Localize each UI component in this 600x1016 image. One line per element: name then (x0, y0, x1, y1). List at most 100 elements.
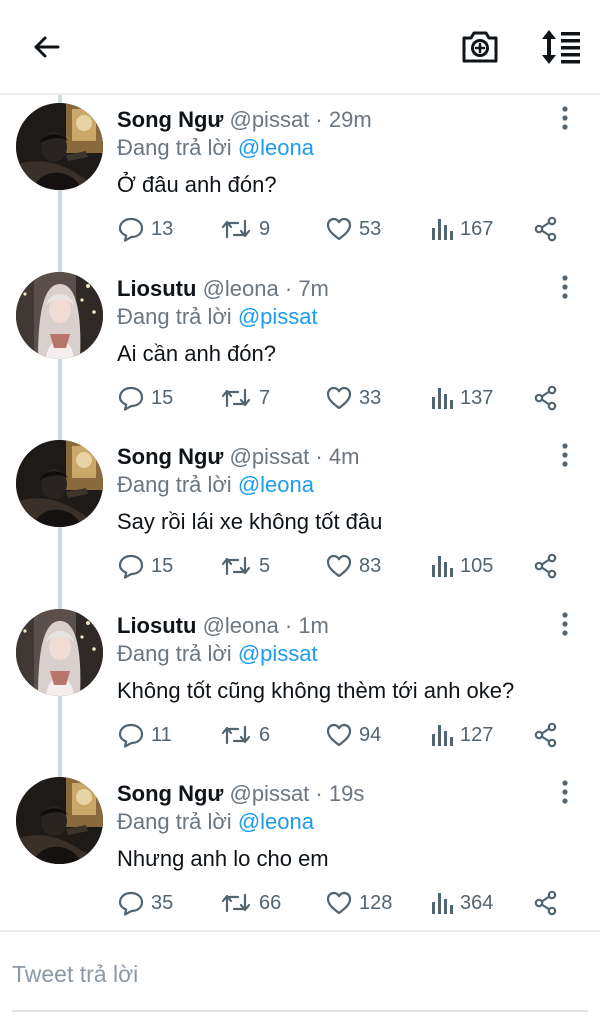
like-button[interactable]: 94 (325, 720, 381, 750)
timestamp[interactable]: 19s (329, 781, 364, 806)
replying-to: Đang trả lời @leona (117, 134, 314, 162)
reply-button[interactable]: 35 (117, 888, 173, 918)
tweet[interactable]: Liosutu @leona · 7m Đang trả lời @pissat… (0, 265, 600, 433)
share-button[interactable] (532, 214, 560, 244)
mention-link[interactable]: @pissat (238, 304, 318, 329)
username[interactable]: @pissat (229, 781, 309, 806)
tweet-actions: 35 66 128 364 (117, 888, 577, 918)
sort-replies-button[interactable] (536, 27, 582, 67)
avatar[interactable] (16, 103, 103, 190)
more-options-button[interactable] (553, 610, 577, 638)
reply-button[interactable]: 15 (117, 383, 173, 413)
timestamp[interactable]: 7m (298, 276, 329, 301)
view-count: 137 (460, 386, 494, 409)
view-count: 105 (460, 554, 494, 577)
retweet-button[interactable]: 5 (219, 551, 270, 581)
timestamp[interactable]: 4m (329, 444, 360, 469)
views-button[interactable]: 127 (430, 720, 493, 750)
more-options-button[interactable] (553, 778, 577, 806)
replying-to-label: Đang trả lời (117, 641, 232, 666)
camera-button[interactable] (459, 27, 501, 67)
replying-to-label: Đang trả lời (117, 135, 232, 160)
mention-link[interactable]: @leona (238, 135, 314, 160)
retweet-button[interactable]: 6 (219, 720, 270, 750)
heart-icon (326, 554, 352, 578)
tweet-header: Liosutu @leona · 7m (117, 275, 329, 303)
tweet[interactable]: Liosutu @leona · 1m Đang trả lời @pissat… (0, 602, 600, 770)
avatar[interactable] (16, 272, 103, 359)
avatar[interactable] (16, 440, 103, 527)
replying-to-label: Đang trả lời (117, 304, 232, 329)
more-vertical-icon (562, 106, 568, 130)
reply-button[interactable]: 15 (117, 551, 173, 581)
tweet-text: Nhưng anh lo cho em (117, 846, 329, 871)
tweet-text: Ở đâu anh đón? (117, 172, 277, 197)
mention-link[interactable]: @leona (238, 809, 314, 834)
like-button[interactable]: 53 (325, 214, 381, 244)
like-button[interactable]: 128 (325, 888, 392, 918)
separator-dot: · (315, 444, 323, 469)
reply-input[interactable] (12, 954, 588, 994)
views-button[interactable]: 105 (430, 551, 493, 581)
mention-link[interactable]: @pissat (238, 641, 318, 666)
avatar[interactable] (16, 777, 103, 864)
more-options-button[interactable] (553, 273, 577, 301)
share-button[interactable] (532, 720, 560, 750)
display-name[interactable]: Song Ngư (117, 781, 223, 806)
views-button[interactable]: 167 (430, 214, 493, 244)
display-name[interactable]: Liosutu (117, 613, 196, 638)
tweet-text: Ai cần anh đón? (117, 341, 277, 366)
username[interactable]: @pissat (229, 444, 309, 469)
bar-chart-icon (432, 556, 453, 577)
timestamp[interactable]: 29m (329, 107, 372, 132)
mention-link[interactable]: @leona (238, 472, 314, 497)
separator-dot: · (315, 107, 323, 132)
man-avatar-image (16, 103, 103, 190)
replying-to: Đang trả lời @pissat (117, 303, 318, 331)
tweet-actions: 15 7 33 137 (117, 383, 577, 413)
like-button[interactable]: 83 (325, 551, 381, 581)
share-button[interactable] (532, 551, 560, 581)
separator-dot: · (284, 613, 293, 638)
more-options-button[interactable] (553, 104, 577, 132)
display-name[interactable]: Song Ngư (117, 107, 223, 132)
username[interactable]: @leona (203, 613, 279, 638)
retweet-button[interactable]: 7 (219, 383, 270, 413)
more-options-button[interactable] (553, 441, 577, 469)
timestamp[interactable]: 1m (298, 613, 329, 638)
reply-button[interactable]: 11 (117, 720, 172, 750)
share-button[interactable] (532, 383, 560, 413)
tweet-header: Liosutu @leona · 1m (117, 612, 329, 640)
tweet[interactable]: Song Ngư @pissat · 29m Đang trả lời @leo… (0, 96, 600, 264)
reply-icon (118, 554, 144, 579)
reply-icon (118, 723, 144, 748)
reply-button[interactable]: 13 (117, 214, 173, 244)
username[interactable]: @pissat (229, 107, 309, 132)
retweet-button[interactable]: 66 (219, 888, 281, 918)
like-button[interactable]: 33 (325, 383, 381, 413)
reply-icon (118, 386, 144, 411)
replying-to: Đang trả lời @pissat (117, 640, 318, 668)
man-avatar-image (16, 777, 103, 864)
tweet-text: Say rồi lái xe không tốt đâu (117, 509, 383, 534)
reply-thread: Song Ngư @pissat · 29m Đang trả lời @leo… (0, 95, 600, 930)
username[interactable]: @leona (203, 276, 279, 301)
like-count: 94 (359, 723, 382, 746)
avatar[interactable] (16, 609, 103, 696)
display-name[interactable]: Liosutu (117, 276, 196, 301)
back-button[interactable] (28, 28, 68, 68)
input-underline (12, 1010, 588, 1012)
arrow-left-icon (34, 36, 60, 58)
tweet[interactable]: Song Ngư @pissat · 19s Đang trả lời @leo… (0, 770, 600, 938)
retweet-icon (221, 388, 251, 408)
retweet-button[interactable]: 9 (219, 214, 270, 244)
tweet[interactable]: Song Ngư @pissat · 4m Đang trả lời @leon… (0, 433, 600, 601)
views-button[interactable]: 364 (430, 888, 493, 918)
separator-dot: · (284, 276, 293, 301)
more-vertical-icon (562, 780, 568, 804)
tweet-actions: 11 6 94 127 (117, 720, 577, 750)
share-button[interactable] (532, 888, 560, 918)
heart-icon (326, 891, 352, 915)
views-button[interactable]: 137 (430, 383, 493, 413)
display-name[interactable]: Song Ngư (117, 444, 223, 469)
